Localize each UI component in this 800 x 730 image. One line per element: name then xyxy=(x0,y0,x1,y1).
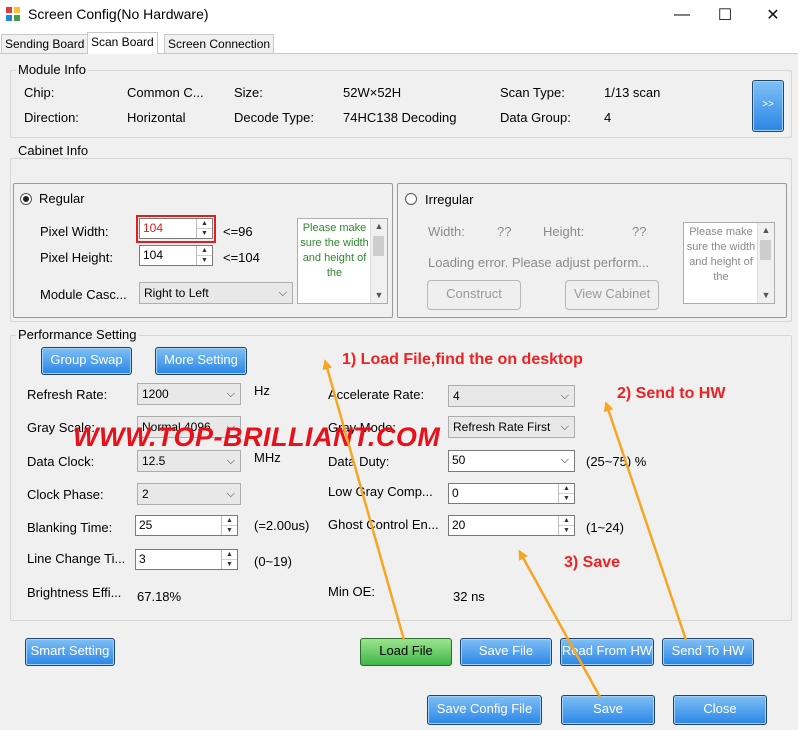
tab-scan-board[interactable]: Scan Board xyxy=(87,32,158,54)
arrow-load-file xyxy=(322,359,406,641)
arrow-save xyxy=(518,549,602,698)
annotation-arrows xyxy=(322,359,688,698)
arrow-send-to-hw xyxy=(603,401,688,641)
